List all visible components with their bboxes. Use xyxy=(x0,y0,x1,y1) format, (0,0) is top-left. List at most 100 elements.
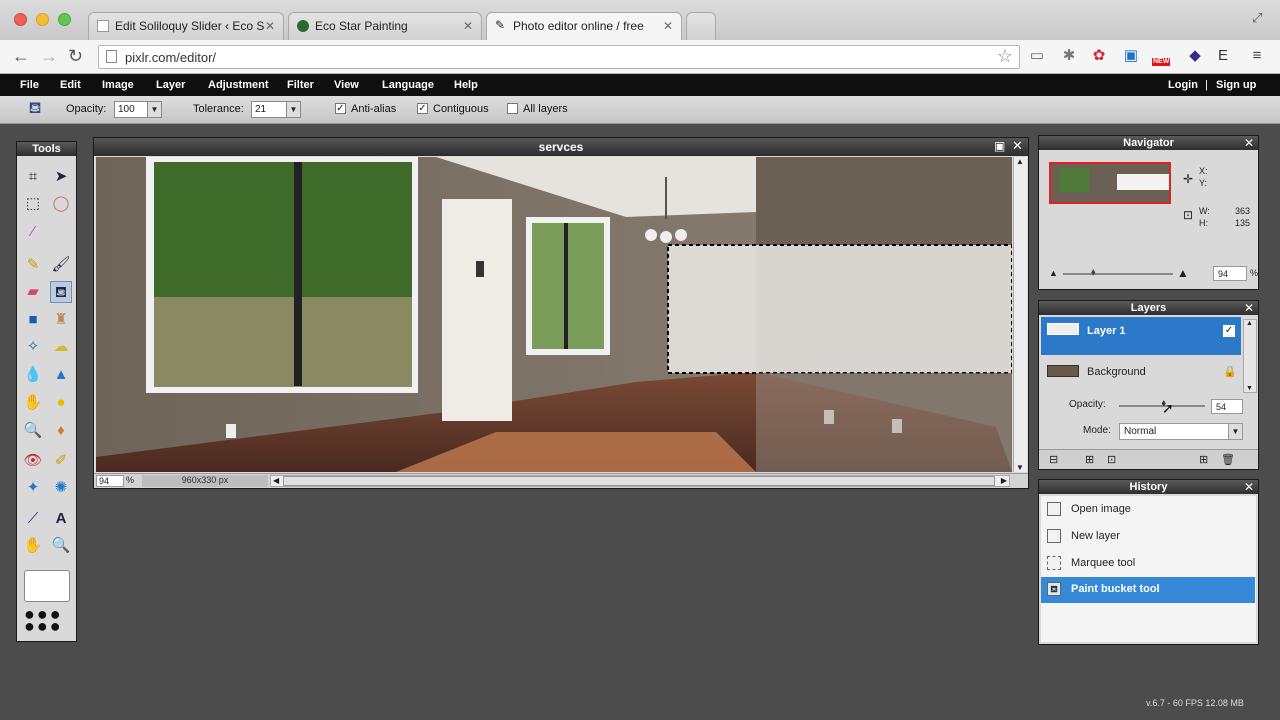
mask-icon[interactable]: ◆ xyxy=(1186,47,1204,65)
color-swatch[interactable] xyxy=(24,570,70,602)
menu-file[interactable]: File xyxy=(20,79,39,91)
zoom-in-icon[interactable]: ▲ xyxy=(1177,266,1189,280)
layer-opacity-input[interactable]: 54 xyxy=(1211,399,1243,414)
stamp-tool-icon[interactable]: ♜ xyxy=(50,309,72,331)
layer-item-layer-1[interactable]: Layer 1 ✓ xyxy=(1041,317,1241,355)
dodge-tool-icon[interactable]: 🔍 xyxy=(22,420,44,442)
close-tab-icon[interactable]: ✕ xyxy=(463,19,473,33)
zoom-window-button[interactable] xyxy=(58,13,71,26)
red-eye-tool-icon[interactable]: 👁 xyxy=(22,450,44,472)
forward-arrow-icon[interactable]: → xyxy=(40,46,58,67)
vertical-scrollbar[interactable]: ▲ ▼ xyxy=(1013,157,1027,472)
new-tab-button[interactable] xyxy=(686,12,716,40)
more-tools-icon[interactable]: ●●● ●●● xyxy=(24,605,70,636)
menu-icon[interactable]: ≡ xyxy=(1248,47,1266,65)
color-picker-icon[interactable]: ✿ xyxy=(1090,47,1108,65)
trash-icon[interactable]: 🗑 xyxy=(1221,453,1235,466)
hand-tool-icon[interactable]: ✋ xyxy=(22,535,44,557)
wand-tool-icon[interactable]: ⁄ xyxy=(22,221,44,243)
tolerance-field[interactable]: 21 ▼ xyxy=(251,101,301,118)
puzzle-icon[interactable]: ✱ xyxy=(1060,47,1078,65)
lasso-tool-icon[interactable]: ◯ xyxy=(50,193,72,215)
close-tab-icon[interactable]: ✕ xyxy=(663,19,673,33)
navigator-zoom-input[interactable]: 94 xyxy=(1213,266,1247,281)
extension-e-icon[interactable]: E xyxy=(1214,47,1232,65)
menu-adjustment[interactable]: Adjustment xyxy=(208,79,269,91)
move-tool-icon[interactable]: ➤ xyxy=(50,166,72,188)
layer-settings-icon[interactable]: ⊟ xyxy=(1049,453,1058,466)
bookmark-star-icon[interactable]: ☆ xyxy=(997,46,1013,67)
scroll-right-icon[interactable]: ▶ xyxy=(1001,476,1007,485)
history-item-open-image[interactable]: Open image xyxy=(1041,497,1255,523)
screen-capture-icon[interactable]: ▭ xyxy=(1028,47,1046,65)
pinch-bloat-tool-icon[interactable]: ✺ xyxy=(50,477,72,499)
browser-tab-pixlr[interactable]: ✎ Photo editor online / free ✕ xyxy=(486,12,682,40)
chevron-down-icon[interactable]: ▼ xyxy=(286,102,300,117)
lock-icon[interactable]: 🔒 xyxy=(1223,365,1237,378)
scroll-down-icon[interactable]: ▼ xyxy=(1246,385,1253,392)
menu-layer[interactable]: Layer xyxy=(156,79,185,91)
menu-image[interactable]: Image xyxy=(102,79,134,91)
horizontal-scrollbar[interactable]: ◀ ▶ xyxy=(270,475,1010,487)
burn-tool-icon[interactable]: ♦ xyxy=(50,420,72,442)
zoom-slider[interactable]: ⬧ xyxy=(1063,267,1173,278)
all-layers-checkbox[interactable] xyxy=(507,103,518,114)
monitor-icon[interactable]: ▣ xyxy=(1122,47,1140,65)
menu-edit[interactable]: Edit xyxy=(60,79,81,91)
browser-tab-eco-star[interactable]: Eco Star Painting ✕ xyxy=(288,12,482,40)
scrollbar-thumb[interactable] xyxy=(283,476,995,486)
sharpen-tool-icon[interactable]: ▲ xyxy=(50,364,72,386)
spot-heal-tool-icon[interactable]: ✧ xyxy=(22,336,44,358)
layer-visible-checkbox[interactable]: ✓ xyxy=(1223,325,1235,337)
scroll-up-icon[interactable]: ▲ xyxy=(1246,320,1253,327)
login-link[interactable]: Login xyxy=(1168,79,1198,91)
scroll-left-icon[interactable]: ◀ xyxy=(273,476,279,485)
layer-item-background[interactable]: Background 🔒 xyxy=(1041,357,1241,395)
layers-scrollbar[interactable]: ▲ ▼ xyxy=(1243,319,1257,393)
chevron-down-icon[interactable]: ▼ xyxy=(147,102,161,117)
scroll-up-icon[interactable]: ▲ xyxy=(1016,157,1024,166)
menu-help[interactable]: Help xyxy=(454,79,478,91)
menu-view[interactable]: View xyxy=(334,79,359,91)
gradient-tool-icon[interactable]: ■ xyxy=(22,309,44,331)
sponge-tool-icon[interactable]: ● xyxy=(50,392,72,414)
drop-tool-icon[interactable]: 💧 xyxy=(22,364,44,386)
back-arrow-icon[interactable]: ← xyxy=(12,46,30,67)
close-icon[interactable]: ✕ xyxy=(1244,480,1254,494)
new-extension-icon[interactable]: NEW xyxy=(1152,47,1176,66)
close-window-button[interactable] xyxy=(14,13,27,26)
crop-tool-icon[interactable]: ⌗ xyxy=(22,166,44,188)
close-icon[interactable]: ✕ xyxy=(1012,138,1023,154)
scroll-down-icon[interactable]: ▼ xyxy=(1016,463,1024,472)
chevron-down-icon[interactable]: ▼ xyxy=(1228,424,1242,439)
history-item-new-layer[interactable]: New layer xyxy=(1041,524,1255,550)
history-item-paint-bucket-tool[interactable]: ⛾ Paint bucket tool xyxy=(1041,577,1255,603)
reload-icon[interactable]: ↻ xyxy=(68,46,83,67)
eraser-tool-icon[interactable]: ▰ xyxy=(22,281,44,303)
address-bar[interactable]: pixlr.com/editor/ ☆ xyxy=(98,45,1020,69)
close-icon[interactable]: ✕ xyxy=(1244,301,1254,315)
zoom-slider-handle[interactable]: ⬧ xyxy=(1091,267,1096,278)
opacity-field[interactable]: 100 ▼ xyxy=(114,101,162,118)
maximize-icon[interactable]: ▣ xyxy=(994,139,1005,153)
fullscreen-icon[interactable]: ⤢ xyxy=(1252,10,1262,26)
type-tool-icon[interactable]: A xyxy=(50,508,72,530)
menu-language[interactable]: Language xyxy=(382,79,434,91)
layer-mask-icon[interactable]: ⊡ xyxy=(1107,453,1116,466)
close-icon[interactable]: ✕ xyxy=(1244,136,1254,150)
new-layer-icon[interactable]: ⊞ xyxy=(1199,453,1208,466)
color-picker-tool-icon[interactable]: ⟋ xyxy=(22,508,44,530)
browser-tab-soliloquy[interactable]: Edit Soliloquy Slider ‹ Eco S ✕ xyxy=(88,12,284,40)
zoom-input[interactable]: 94 xyxy=(96,475,124,487)
blend-mode-select[interactable]: Normal ▼ xyxy=(1119,423,1243,440)
smudge-tool-icon[interactable]: ✋ xyxy=(22,392,44,414)
paint-bucket-tool-icon[interactable]: ⛾ xyxy=(50,281,72,303)
navigator-thumbnail[interactable] xyxy=(1049,162,1171,204)
signup-link[interactable]: Sign up xyxy=(1216,79,1256,91)
zoom-tool-icon[interactable]: 🔍 xyxy=(50,535,72,557)
brush-tool-icon[interactable]: 🖌 xyxy=(50,254,72,276)
marquee-tool-icon[interactable]: ⬚ xyxy=(22,193,44,215)
history-item-marquee-tool[interactable]: Marquee tool xyxy=(1041,551,1255,577)
bloat-tool-icon[interactable]: ✦ xyxy=(22,477,44,499)
contiguous-checkbox[interactable]: ✓ xyxy=(417,103,428,114)
